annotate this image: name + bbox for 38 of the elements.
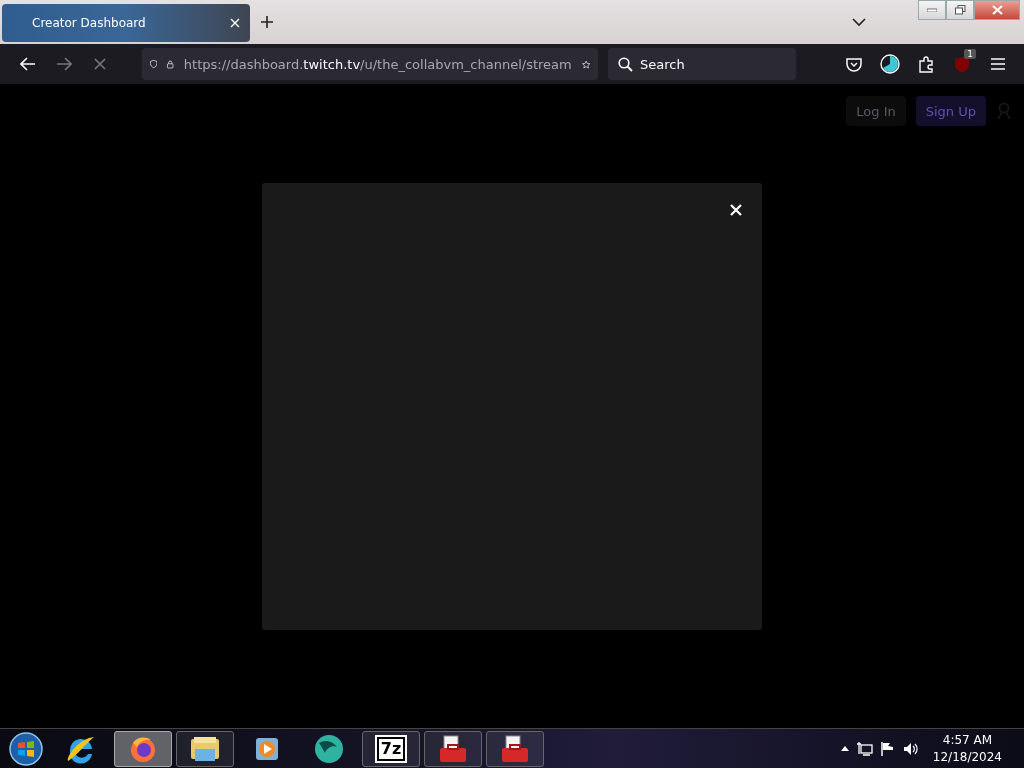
minimize-icon[interactable] <box>927 8 937 12</box>
globe-icon[interactable] <box>313 732 345 765</box>
stop-icon[interactable] <box>94 58 106 70</box>
clock-date[interactable]: 12/18/2024 <box>932 748 1002 766</box>
search-field[interactable]: Search <box>608 48 796 80</box>
address-bar[interactable]: https://dashboard.twitch.tv/u/the_collabvm_channel/stream <box>142 48 598 80</box>
restore-button[interactable] <box>946 0 974 20</box>
toolbox-icon[interactable] <box>500 733 530 764</box>
close-window-button[interactable] <box>974 0 1020 20</box>
badge-count: 1 <box>964 49 976 59</box>
account-circle-icon[interactable] <box>880 54 900 74</box>
taskbar-button[interactable] <box>486 730 544 767</box>
show-hidden-icons-icon[interactable] <box>840 746 849 751</box>
clock-time[interactable]: 4:57 AM <box>942 731 993 749</box>
flag-icon[interactable] <box>880 741 895 756</box>
url-text: https://dashboard.twitch.tv/u/the_collabvm_channel/stream <box>183 56 572 72</box>
folder-icon[interactable] <box>189 734 221 763</box>
browser-tab[interactable]: Creator Dashboard <box>2 4 250 42</box>
pocket-icon[interactable] <box>846 56 862 72</box>
forward-arrow-icon[interactable] <box>56 57 72 71</box>
addon-button[interactable]: 1 <box>946 48 978 80</box>
back-arrow-icon[interactable] <box>20 57 36 71</box>
speaker-icon[interactable] <box>902 741 919 756</box>
close-icon[interactable] <box>230 18 240 28</box>
tab-title: Creator Dashboard <box>32 16 147 30</box>
network-icon[interactable] <box>856 741 873 756</box>
app-logo: 7z <box>376 736 406 761</box>
search-icon[interactable] <box>618 57 633 72</box>
taskbar-button[interactable]: 7z <box>362 730 420 767</box>
chevron-down-icon[interactable] <box>852 17 866 27</box>
new-tab-icon[interactable] <box>260 15 274 29</box>
toolbox-icon[interactable] <box>438 733 468 764</box>
taskbar-button[interactable] <box>176 730 234 767</box>
puzzle-piece-icon[interactable] <box>918 55 934 73</box>
menu-icon[interactable] <box>991 58 1005 70</box>
taskbar-button[interactable] <box>424 730 482 767</box>
taskbar-button[interactable] <box>114 730 172 767</box>
restore-icon[interactable] <box>954 5 966 15</box>
